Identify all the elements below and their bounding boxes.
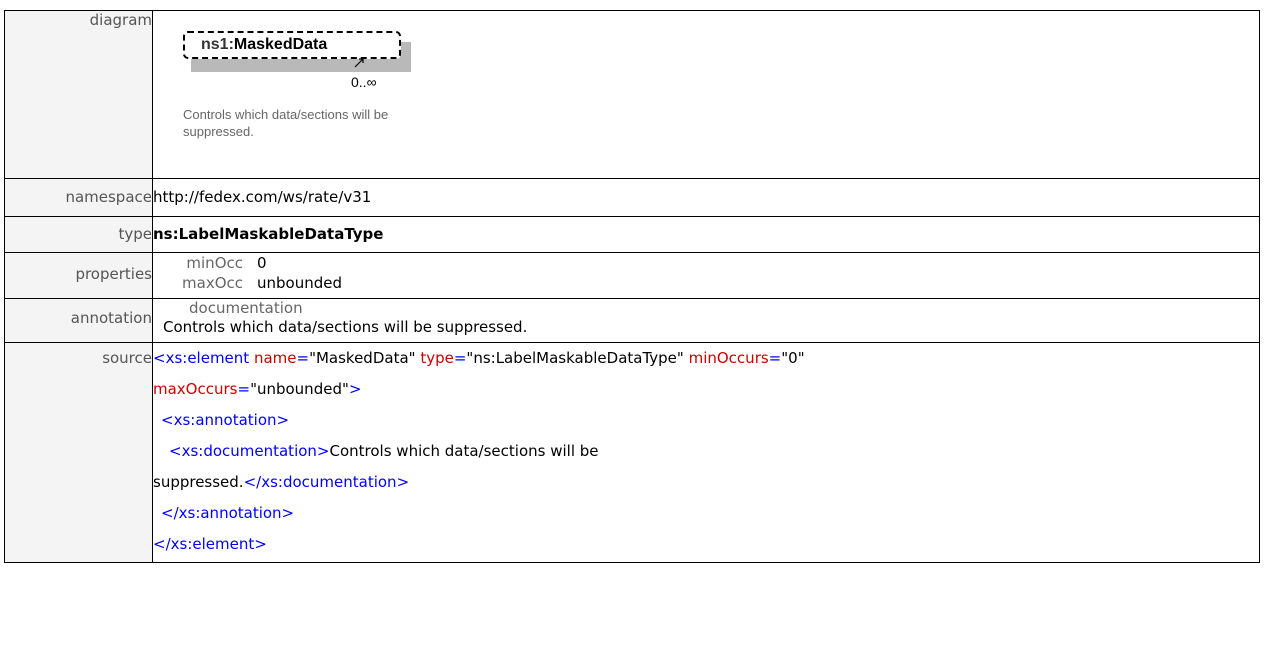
occurrence-label: 0..∞ — [351, 74, 377, 90]
source-line-1: <xs:element name="MaskedData" type="ns:L… — [153, 349, 805, 367]
diagram-cell: ns1:MaskedData 0..∞ Controls which data/… — [152, 10, 1260, 179]
annotation-label: annotation — [4, 298, 153, 343]
element-doc-table: diagram ns1:MaskedData 0..∞ Controls whi… — [4, 10, 1260, 563]
properties-cell: minOcc 0 maxOcc unbounded — [152, 252, 1260, 299]
diagram-row: diagram ns1:MaskedData 0..∞ Controls whi… — [4, 10, 1260, 179]
source-line-6: </xs:annotation> — [161, 504, 295, 522]
namespace-row: namespace http://fedex.com/ws/rate/v31 — [4, 178, 1260, 217]
source-code: <xs:element name="MaskedData" type="ns:L… — [152, 342, 1260, 563]
namespace-label: namespace — [4, 178, 153, 217]
type-value[interactable]: ns:LabelMaskableDataType — [153, 225, 383, 243]
source-line-2: maxOccurs="unbounded"> — [153, 380, 362, 398]
element-prefix: ns1: — [201, 36, 234, 53]
max-occurs-label: maxOcc — [182, 274, 243, 292]
source-line-3: <xs:annotation> — [161, 411, 290, 429]
type-label: type — [4, 216, 153, 253]
documentation-text: Controls which data/sections will be sup… — [163, 318, 528, 336]
source-label: source — [4, 342, 153, 563]
diagram-label: diagram — [4, 10, 153, 179]
source-row: source <xs:element name="MaskedData" typ… — [4, 342, 1260, 563]
min-occurs-value: 0 — [257, 254, 267, 272]
element-name: MaskedData — [233, 36, 328, 53]
properties-grid: minOcc 0 maxOcc unbounded — [161, 254, 1251, 292]
page-title-fragment — [0, 0, 1266, 10]
source-line-5: suppressed.</xs:documentation> — [153, 473, 410, 491]
source-line-4: <xs:documentation>Controls which data/se… — [169, 442, 599, 460]
diagram-note: Controls which data/sections will be sup… — [183, 107, 389, 139]
properties-row: properties minOcc 0 maxOcc unbounded — [4, 252, 1260, 299]
type-row: type ns:LabelMaskableDataType — [4, 216, 1260, 253]
type-value-cell: ns:LabelMaskableDataType — [152, 216, 1260, 253]
namespace-value: http://fedex.com/ws/rate/v31 — [152, 178, 1260, 217]
max-occurs-value: unbounded — [257, 274, 342, 292]
occurrence-arrow-icon — [354, 58, 364, 68]
source-line-7: </xs:element> — [153, 535, 267, 553]
min-occurs-label: minOcc — [186, 254, 243, 272]
properties-label: properties — [4, 252, 153, 299]
element-diagram: ns1:MaskedData 0..∞ Controls which data/… — [153, 11, 1259, 169]
documentation-label: documentation — [189, 299, 303, 317]
annotation-cell: documentation Controls which data/sectio… — [152, 298, 1260, 343]
annotation-row: annotation documentation Controls which … — [4, 298, 1260, 343]
